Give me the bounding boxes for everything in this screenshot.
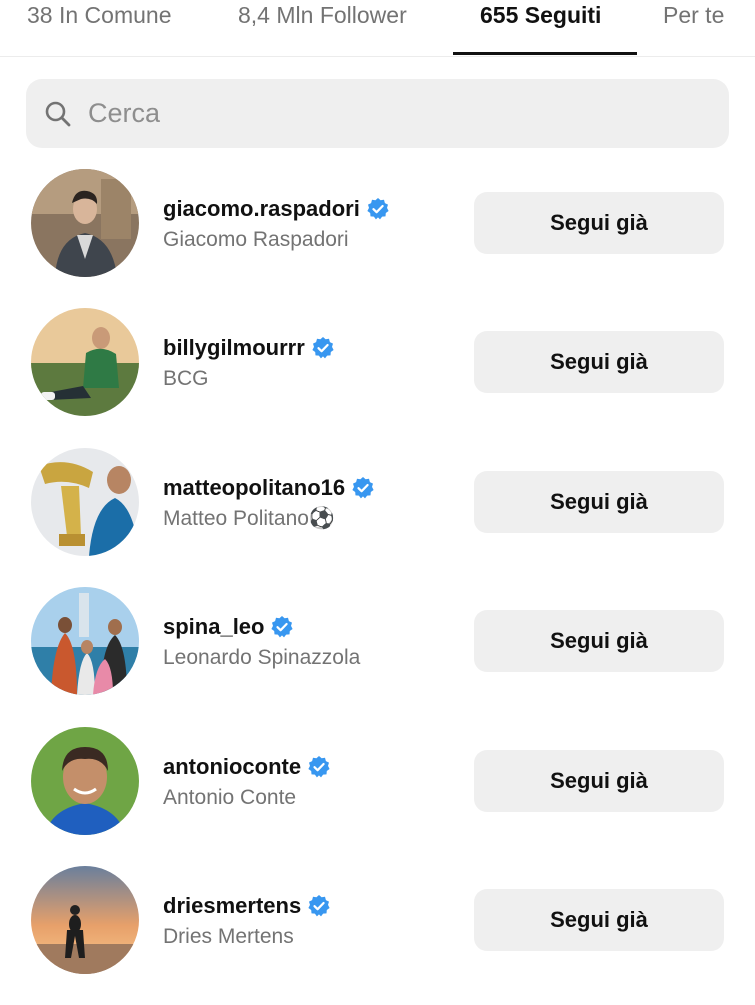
verified-badge-icon — [312, 337, 334, 359]
verified-badge-icon — [308, 895, 330, 917]
tab-follower[interactable]: 8,4 Mln Follower — [238, 0, 407, 57]
tab-in-comune[interactable]: 38 In Comune — [27, 0, 171, 57]
full-name: Leonardo Spinazzola — [163, 646, 361, 669]
list-item[interactable]: billygilmourrr BCG Segui già — [0, 308, 755, 447]
full-name: BCG — [163, 367, 209, 390]
full-name: Antonio Conte — [163, 786, 297, 809]
following-button[interactable]: Segui già — [474, 331, 724, 393]
username-text: giacomo.raspadori — [163, 196, 360, 221]
avatar[interactable] — [31, 866, 139, 974]
list-item[interactable]: driesmertens Dries Mertens Segui già — [0, 866, 755, 1005]
avatar[interactable] — [31, 727, 139, 835]
avatar[interactable] — [31, 448, 139, 556]
following-button[interactable]: Segui già — [474, 889, 724, 951]
username[interactable]: driesmertens — [163, 893, 331, 919]
username[interactable]: matteopolitano16 — [163, 475, 375, 501]
verified-badge-icon — [271, 616, 294, 638]
following-button[interactable]: Segui già — [474, 610, 724, 672]
avatar[interactable] — [31, 308, 139, 416]
search-bar[interactable] — [26, 79, 729, 148]
verified-badge-icon — [367, 198, 389, 220]
verified-badge-icon — [352, 477, 374, 499]
list-item[interactable]: giacomo.raspadori Giacomo Raspadori Segu… — [0, 169, 755, 308]
tab-bar: 38 In Comune 8,4 Mln Follower 655 Seguit… — [0, 0, 755, 57]
username-text: billygilmourrr — [163, 335, 305, 360]
following-button[interactable]: Segui già — [474, 192, 724, 254]
full-name: Giacomo Raspadori — [163, 228, 349, 251]
avatar[interactable] — [31, 587, 139, 695]
username[interactable]: antonioconte — [163, 754, 331, 780]
full-name: Dries Mertens — [163, 925, 294, 948]
username[interactable]: billygilmourrr — [163, 335, 335, 361]
username-text: spina_leo — [163, 614, 265, 639]
tab-per-te[interactable]: Per te — [663, 0, 724, 57]
username-text: matteopolitano16 — [163, 475, 346, 500]
list-item[interactable]: matteopolitano16 Matteo Politano⚽ Segui … — [0, 448, 755, 587]
search-input[interactable] — [88, 79, 708, 148]
following-button[interactable]: Segui già — [474, 471, 724, 533]
following-button[interactable]: Segui già — [474, 750, 724, 812]
avatar[interactable] — [31, 169, 139, 277]
tab-seguiti[interactable]: 655 Seguiti — [480, 0, 601, 57]
search-icon — [45, 101, 71, 127]
full-name: Matteo Politano⚽ — [163, 507, 336, 530]
username-text: antonioconte — [163, 754, 302, 779]
list-item[interactable]: antonioconte Antonio Conte Segui già — [0, 727, 755, 866]
username[interactable]: spina_leo — [163, 614, 294, 640]
username[interactable]: giacomo.raspadori — [163, 196, 390, 222]
active-tab-indicator — [453, 52, 637, 55]
username-text: driesmertens — [163, 893, 302, 918]
verified-badge-icon — [308, 756, 330, 778]
list-item[interactable]: spina_leo Leonardo Spinazzola Segui già — [0, 587, 755, 726]
